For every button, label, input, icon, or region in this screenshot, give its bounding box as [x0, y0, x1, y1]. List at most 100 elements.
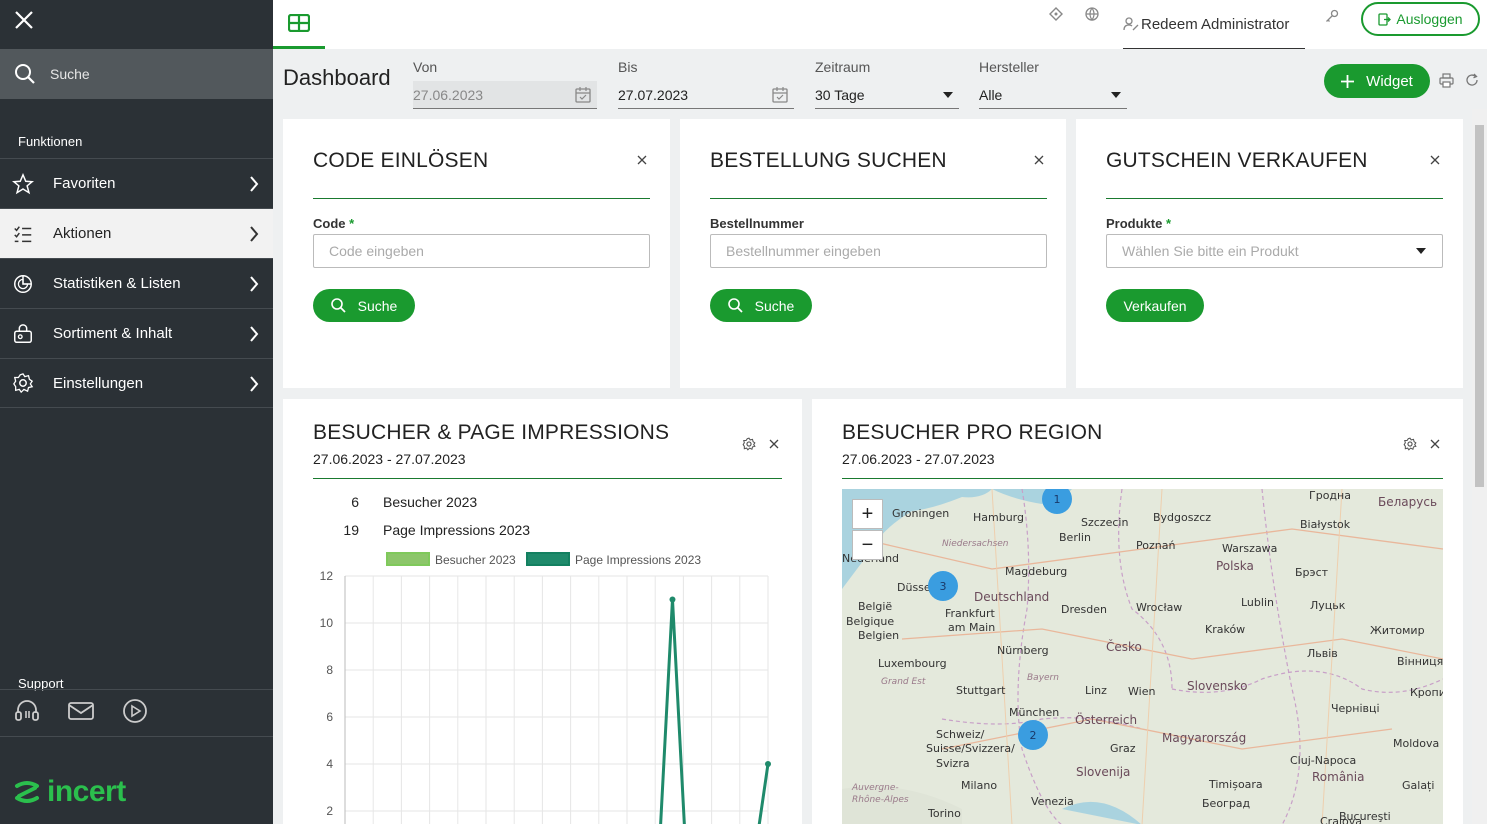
- order-number-input[interactable]: Bestellnummer eingeben: [710, 234, 1047, 268]
- bis-date-field[interactable]: 27.07.2023: [618, 81, 794, 109]
- mail-icon[interactable]: [68, 700, 94, 727]
- scrollbar-thumb[interactable]: [1475, 125, 1484, 487]
- diamond-icon[interactable]: [1049, 7, 1063, 26]
- chevron-right-icon: [250, 276, 259, 292]
- map-label: Nürnberg: [997, 644, 1049, 657]
- checklist-icon: [12, 223, 34, 245]
- map-label: Belgique: [846, 615, 894, 628]
- caret-down-icon: [1416, 248, 1426, 254]
- filter-von: Von 27.06.2023: [413, 59, 597, 109]
- map-label: Slovenija: [1076, 765, 1130, 779]
- logo-text: incert: [47, 775, 126, 808]
- map-label: Česko: [1106, 639, 1142, 654]
- map-cluster-count: 3: [940, 580, 947, 593]
- shopping-bag-icon: [12, 323, 34, 345]
- legend-swatch: [526, 552, 570, 566]
- gear-icon: [12, 372, 34, 394]
- sidebar-item-statistiken[interactable]: Statistiken & Listen: [0, 258, 273, 308]
- close-icon[interactable]: [1430, 155, 1440, 165]
- order-search-card: BESTELLUNG SUCHEN Bestellnummer Bestelln…: [680, 119, 1066, 388]
- close-icon[interactable]: [12, 8, 36, 32]
- stats-list: 6 Besucher 2023 19 Page Impressions 2023: [313, 488, 530, 544]
- chevron-right-icon: [250, 176, 259, 192]
- line-chart: Besucher 2023 Page Impressions 2023 12 10 8 6…: [320, 552, 771, 824]
- sidebar-item-aktionen[interactable]: Aktionen: [0, 208, 273, 258]
- card-divider: [313, 198, 650, 199]
- widget-label: Widget: [1366, 72, 1413, 90]
- caret-down-icon: [1111, 91, 1121, 98]
- order-placeholder: Bestellnummer eingeben: [726, 243, 881, 259]
- plus-icon: [1341, 74, 1355, 88]
- card-title: GUTSCHEIN VERKAUFEN: [1106, 149, 1368, 172]
- map-label: Moldova: [1393, 737, 1439, 750]
- sidebar-menu: Favoriten Aktionen Statistiken & Listen …: [0, 158, 273, 408]
- sidebar-search[interactable]: Suche: [0, 49, 273, 99]
- search-icon: [330, 298, 346, 313]
- code-search-button[interactable]: Suche: [313, 289, 415, 322]
- region-map[interactable]: Groningen Hamburg Szczecin Bydgoszcz Гродна Б…: [842, 489, 1443, 824]
- video-play-icon[interactable]: [122, 698, 148, 729]
- voucher-sell-card: GUTSCHEIN VERKAUFEN Produkte * Wählen Si…: [1076, 119, 1463, 388]
- top-icons: [1049, 7, 1099, 26]
- map-label: Graz: [1110, 742, 1136, 755]
- stat-row: 19 Page Impressions 2023: [343, 522, 531, 538]
- print-icon[interactable]: [1439, 73, 1454, 93]
- map-label: Луцьк: [1310, 599, 1346, 612]
- tab-dashboard[interactable]: [273, 0, 325, 49]
- zeitraum-select[interactable]: 30 Tage: [815, 81, 959, 109]
- product-select[interactable]: Wählen Sie bitte ein Produkt: [1106, 234, 1443, 268]
- sidebar-item-label: Sortiment & Inhalt: [53, 325, 173, 342]
- logo-mark-icon: [15, 781, 39, 803]
- close-icon[interactable]: [1430, 439, 1440, 449]
- map-label: Schweiz/: [936, 728, 985, 741]
- sell-button[interactable]: Verkaufen: [1106, 289, 1204, 322]
- card-title: BESTELLUNG SUCHEN: [710, 149, 947, 172]
- chevron-right-icon: [250, 226, 259, 242]
- page-scrollbar[interactable]: [1472, 109, 1487, 824]
- user-menu[interactable]: Redeem Administrator: [1123, 0, 1305, 49]
- von-date-field[interactable]: 27.06.2023: [413, 81, 597, 109]
- products-label: Produkte *: [1106, 216, 1172, 231]
- sidebar-item-einstellungen[interactable]: Einstellungen: [0, 358, 273, 408]
- settings-icon[interactable]: [1403, 437, 1417, 451]
- bis-value: 27.07.2023: [618, 86, 689, 103]
- code-redeem-card: CODE EINLÖSEN Code * Code eingeben Suche: [283, 119, 670, 388]
- zoom-in-button[interactable]: +: [852, 499, 883, 529]
- product-placeholder: Wählen Sie bitte ein Produkt: [1122, 243, 1299, 259]
- hersteller-select[interactable]: Alle: [979, 81, 1127, 109]
- date-range: 27.06.2023 - 27.07.2023: [313, 451, 466, 467]
- map-label: Львів: [1307, 647, 1338, 660]
- logout-button[interactable]: Ausloggen: [1361, 2, 1480, 36]
- settings-icon[interactable]: [742, 437, 756, 451]
- y-tick-label: 2: [326, 804, 333, 818]
- code-search-label: Suche: [357, 297, 398, 314]
- close-icon[interactable]: [637, 155, 647, 165]
- map-label: Niedersachsen: [942, 539, 1009, 549]
- refresh-icon[interactable]: [1465, 73, 1479, 92]
- code-input[interactable]: Code eingeben: [313, 234, 650, 268]
- add-widget-button[interactable]: Widget: [1324, 64, 1430, 98]
- map-label: Groningen: [892, 507, 949, 520]
- order-search-label: Suche: [754, 297, 795, 314]
- zeitraum-label: Zeitraum: [815, 59, 871, 75]
- headset-icon[interactable]: [14, 698, 40, 729]
- globe-icon[interactable]: [1085, 7, 1099, 26]
- code-label: Code *: [313, 216, 355, 231]
- close-icon[interactable]: [1034, 155, 1044, 165]
- logout-icon: [1378, 12, 1392, 26]
- zoom-out-button[interactable]: −: [852, 530, 883, 560]
- order-search-button[interactable]: Suche: [710, 289, 812, 322]
- zeitraum-value: 30 Tage: [815, 86, 865, 103]
- series-line: [659, 599, 770, 824]
- map-label: België: [858, 600, 892, 613]
- card-divider: [313, 478, 782, 479]
- map-label: Svizra: [936, 757, 970, 770]
- page-title: Dashboard: [283, 65, 391, 90]
- sidebar-item-favoriten[interactable]: Favoriten: [0, 158, 273, 208]
- map-label: Stuttgart: [956, 684, 1006, 697]
- map-label: Magdeburg: [1005, 565, 1067, 578]
- code-placeholder: Code eingeben: [329, 243, 424, 259]
- close-icon[interactable]: [769, 439, 779, 449]
- sidebar-item-sortiment[interactable]: Sortiment & Inhalt: [0, 308, 273, 358]
- key-icon[interactable]: [1325, 9, 1339, 28]
